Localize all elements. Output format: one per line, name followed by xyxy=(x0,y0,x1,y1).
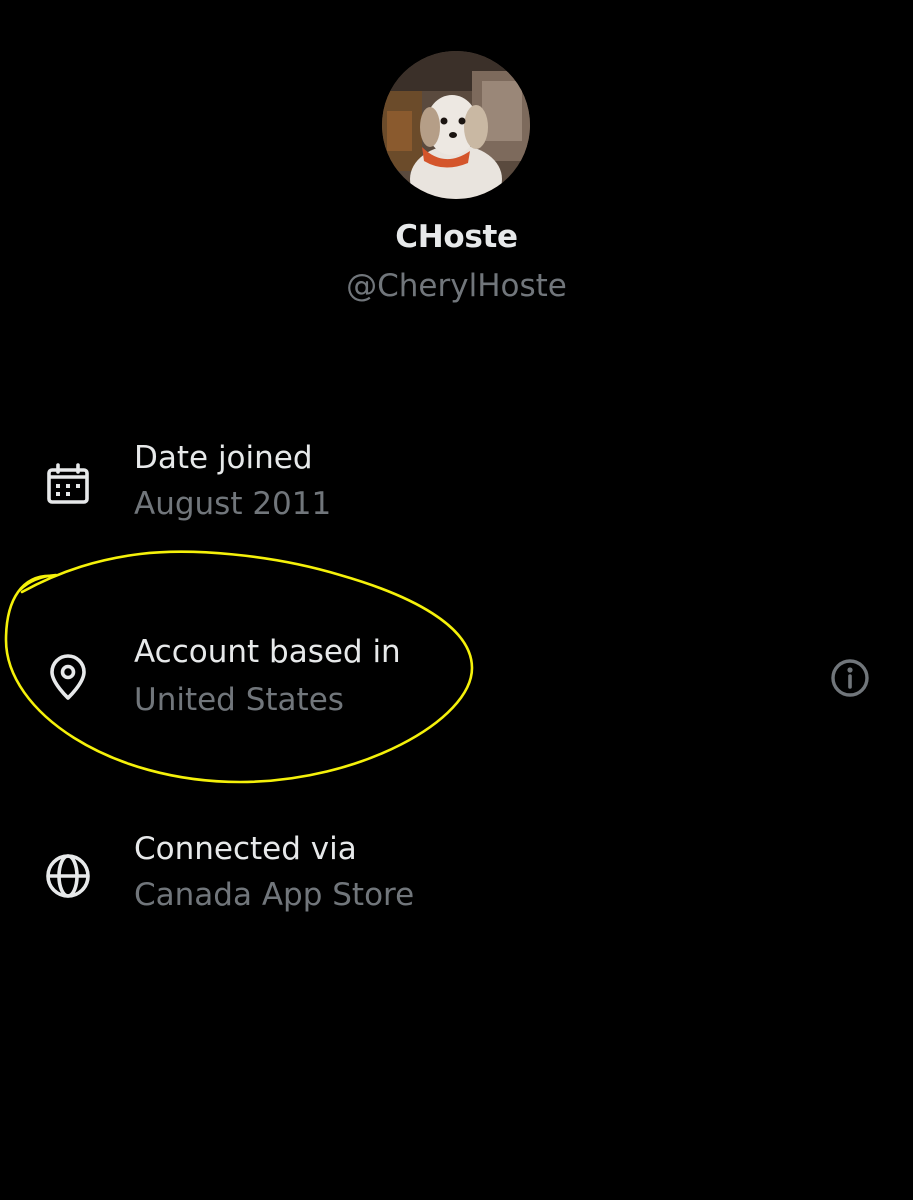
calendar-icon xyxy=(44,460,92,508)
connected-via-label: Connected via xyxy=(134,831,357,867)
profile-header: CHoste @CherylHoste xyxy=(0,0,913,330)
account-based-in-row: Account based in United States xyxy=(0,628,913,738)
date-joined-value: August 2011 xyxy=(134,486,332,522)
account-based-in-value: United States xyxy=(134,682,344,718)
dog-photo-avatar xyxy=(382,51,530,199)
handle: @CherylHoste xyxy=(346,268,567,304)
display-name: CHoste xyxy=(395,219,518,255)
location-pin-icon xyxy=(44,654,92,702)
account-based-in-label: Account based in xyxy=(134,634,401,670)
info-icon[interactable] xyxy=(826,654,874,702)
avatar[interactable] xyxy=(382,51,530,199)
connected-via-row: Connected via Canada App Store xyxy=(0,825,913,935)
date-joined-row: Date joined August 2011 xyxy=(0,430,913,540)
globe-icon xyxy=(44,852,92,900)
date-joined-label: Date joined xyxy=(134,440,313,476)
connected-via-value: Canada App Store xyxy=(134,877,415,913)
